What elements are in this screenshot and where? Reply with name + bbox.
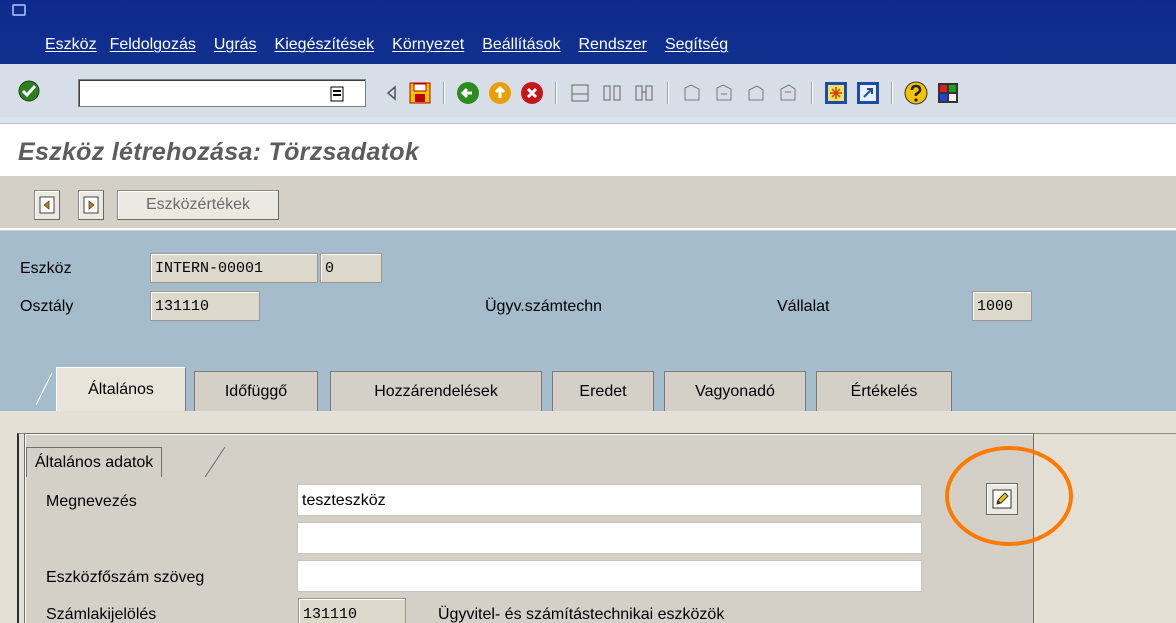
menu-item-settings[interactable]: Beállítások xyxy=(482,36,560,54)
toolbar-icons xyxy=(383,79,967,107)
menu-item-edit[interactable]: Feldolgozás xyxy=(110,36,196,54)
menu-item-asset[interactable]: Eszköz xyxy=(45,36,97,54)
system-menu-icon[interactable] xyxy=(12,4,26,16)
save-icon[interactable] xyxy=(407,80,433,106)
previous-screen-button[interactable] xyxy=(34,190,60,220)
sub-number-field[interactable]: 0 xyxy=(320,253,382,283)
asset-values-button[interactable]: Eszközértékek xyxy=(117,190,279,220)
tab-origin[interactable]: Eredet xyxy=(552,371,654,411)
find-icon[interactable] xyxy=(599,80,625,106)
menu-item-goto[interactable]: Ugrás xyxy=(214,36,257,54)
find-next-icon[interactable] xyxy=(631,80,657,106)
help-icon[interactable] xyxy=(903,80,929,106)
description-label: Megnevezés xyxy=(46,493,137,510)
account-determination-label: Számlakijelölés xyxy=(46,606,157,623)
tab-allocations[interactable]: Hozzárendelések xyxy=(330,371,542,411)
layout-icon[interactable] xyxy=(935,80,961,106)
description-input[interactable]: teszteszköz xyxy=(297,484,922,516)
next-page-icon xyxy=(83,196,99,214)
page-title: Eszköz létrehozása: Törzsadatok xyxy=(18,138,420,166)
group-title-bevel xyxy=(205,447,226,477)
class-field[interactable]: 131110 xyxy=(150,291,260,321)
group-title: Általános adatok xyxy=(26,447,163,477)
asset-number-field[interactable]: INTERN-00001 xyxy=(150,253,318,283)
exit-icon[interactable] xyxy=(487,80,513,106)
new-session-icon[interactable] xyxy=(823,80,849,106)
class-description: Ügyv.számtechn xyxy=(485,298,603,315)
tab-strip: Általános Időfüggő Hozzárendelések Erede… xyxy=(0,367,1176,411)
first-page-icon[interactable] xyxy=(679,80,705,106)
back-arrow-icon[interactable] xyxy=(383,80,399,106)
tab-time-dependent[interactable]: Időfüggő xyxy=(194,371,318,411)
print-icon[interactable] xyxy=(567,80,593,106)
class-label: Osztály xyxy=(20,298,74,315)
toolbar-separator xyxy=(443,82,445,104)
main-number-text-input[interactable] xyxy=(297,560,922,592)
back-icon[interactable] xyxy=(455,80,481,106)
tab-general[interactable]: Általános xyxy=(56,367,186,411)
menu-bar: Eszköz Feldolgozás Ugrás Kiegészítések K… xyxy=(0,0,1176,64)
next-page-icon[interactable] xyxy=(743,80,769,106)
edit-long-text-button[interactable] xyxy=(986,483,1018,515)
previous-page-icon xyxy=(39,196,55,214)
account-determination-field[interactable]: 131110 xyxy=(298,598,406,623)
pencil-edit-icon xyxy=(992,489,1012,509)
title-bar: Eszköz létrehozása: Törzsadatok xyxy=(0,124,1176,176)
toolbar-separator xyxy=(811,82,813,104)
toolbar-separator xyxy=(891,82,893,104)
shortcut-icon[interactable] xyxy=(855,80,881,106)
description2-input[interactable] xyxy=(297,522,922,554)
application-toolbar: Eszközértékek xyxy=(0,176,1176,230)
asset-label: Eszköz xyxy=(20,260,72,277)
company-field[interactable]: 1000 xyxy=(972,291,1032,321)
menu-item-environment[interactable]: Környezet xyxy=(392,36,464,54)
check-icon[interactable] xyxy=(18,80,40,102)
tab-valuation[interactable]: Értékelés xyxy=(816,371,952,411)
last-page-icon[interactable] xyxy=(775,80,801,106)
history-icon[interactable] xyxy=(330,86,344,102)
standard-toolbar xyxy=(0,64,1176,124)
cancel-icon[interactable] xyxy=(519,80,545,106)
main-number-text-label: Eszközfőszám szöveg xyxy=(46,569,205,586)
prev-page-icon[interactable] xyxy=(711,80,737,106)
toolbar-separator xyxy=(667,82,669,104)
tab-net-worth-tax[interactable]: Vagyonadó xyxy=(664,371,806,411)
company-label: Vállalat xyxy=(777,298,830,315)
toolbar-separator xyxy=(555,82,557,104)
account-determination-description: Ügyvitel- és számítástechnikai eszközök xyxy=(438,606,725,623)
menu-items: Eszköz Feldolgozás Ugrás Kiegészítések K… xyxy=(45,36,746,54)
tab-bevel xyxy=(36,372,52,406)
menu-item-system[interactable]: Rendszer xyxy=(578,36,646,54)
command-field[interactable] xyxy=(78,79,366,107)
menu-item-help[interactable]: Segítség xyxy=(665,36,728,54)
menu-item-extras[interactable]: Kiegészítések xyxy=(275,36,375,54)
next-screen-button[interactable] xyxy=(78,190,104,220)
